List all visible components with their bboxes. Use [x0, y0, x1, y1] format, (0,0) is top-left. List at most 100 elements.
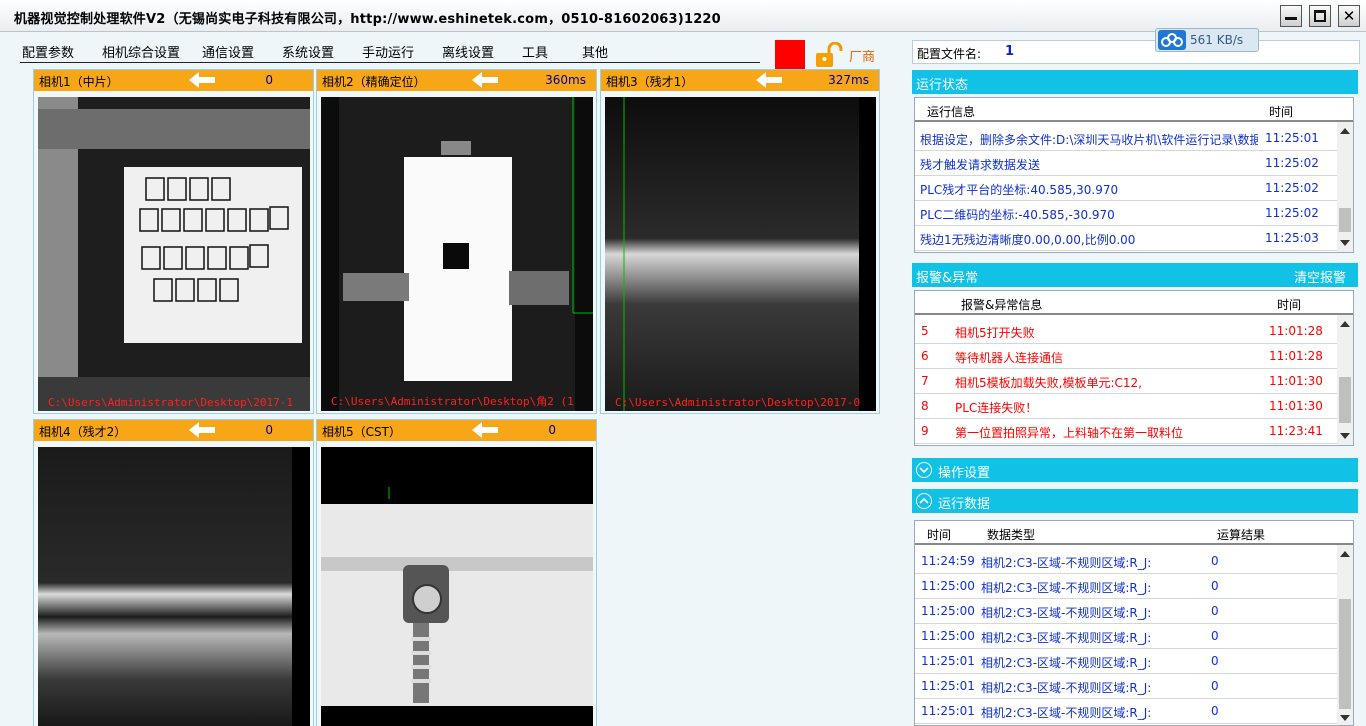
row-info: 相机5模板加载失败,模板单元:C12, — [955, 376, 1142, 390]
alarm-header: 报警&异常 清空报警 — [912, 263, 1358, 287]
table-row[interactable]: 9 第一位置拍照异常，上料轴不在第一取料位 11:23:41 — [915, 419, 1337, 444]
row-no: 7 — [921, 374, 929, 388]
row-result: 0 — [1211, 579, 1219, 593]
row-no: 6 — [921, 349, 929, 363]
row-type: 相机2:C3-区域-不规则区域:R_J: — [981, 706, 1152, 720]
camera-2-scene — [321, 97, 593, 411]
row-time: 11:25:02 — [1265, 206, 1319, 220]
row-no: 9 — [921, 424, 929, 438]
menu-other[interactable]: 其他 — [582, 42, 608, 61]
image-path: C:\Users\Administrator\Desktop\角2 (1 — [331, 395, 574, 408]
operation-settings-title: 操作设置 — [938, 466, 991, 481]
scroll-thumb[interactable] — [1339, 377, 1351, 423]
table-row[interactable]: 6 等待机器人连接通信 11:01:28 — [915, 344, 1337, 369]
scroll-thumb[interactable] — [1339, 599, 1351, 709]
table-row[interactable]: 残边1无残边清晰度0.00,0.00,比例0.00 11:25:03 — [915, 226, 1337, 251]
arrow-left-icon[interactable] — [472, 422, 498, 438]
operation-settings-header[interactable]: 操作设置 — [912, 458, 1358, 482]
row-time: 11:25:02 — [1265, 181, 1319, 195]
row-time: 11:01:28 — [1269, 324, 1323, 338]
menu-camera-settings[interactable]: 相机综合设置 — [102, 42, 180, 61]
camera-panel-4: 相机4（残才2） 0 — [33, 419, 314, 726]
arrow-left-icon[interactable] — [472, 72, 498, 88]
table-row[interactable]: 11:25:01 相机2:C3-区域-不规则区域:R_J: 0 — [915, 649, 1337, 674]
close-button[interactable]: ✕ — [1338, 5, 1360, 27]
table-row[interactable]: 8 PLC连接失败！ 11:01:30 — [915, 394, 1337, 419]
table-row[interactable]: 11:24:59 相机2:C3-区域-不规则区域:R_J: 0 — [915, 549, 1337, 574]
network-speed-widget[interactable]: 561 KB/s — [1155, 28, 1259, 52]
row-time: 11:25:02 — [1265, 156, 1319, 170]
table-row[interactable]: PLC残才平台的坐标:40.585,30.970 11:25:02 — [915, 176, 1337, 201]
run-data-header[interactable]: 运行数据 — [912, 489, 1358, 513]
camera-header: 相机4（残才2） 0 — [34, 420, 313, 441]
row-no: 8 — [921, 399, 929, 413]
row-no: 5 — [921, 324, 929, 338]
camera-image: C:\Users\Administrator\Desktop\2017-1 — [38, 97, 310, 411]
camera-panel-3: 相机3（残才1） 327ms C:\Users\Administrator\De… — [600, 69, 880, 414]
menu-comm-settings[interactable]: 通信设置 — [202, 42, 254, 61]
table-row[interactable]: 11:25:01 相机2:C3-区域-不规则区域:R_J: 0 — [915, 674, 1337, 699]
menu-system-settings[interactable]: 系统设置 — [282, 42, 334, 61]
minimize-button[interactable] — [1280, 5, 1302, 27]
run-status-title: 运行状态 — [916, 78, 969, 93]
unlock-icon — [816, 42, 843, 67]
maximize-button[interactable] — [1309, 5, 1331, 27]
row-time: 11:25:03 — [1265, 231, 1319, 245]
row-time: 11:25:01 — [1265, 131, 1319, 145]
camera-4-scene — [38, 447, 310, 726]
table-row[interactable]: 残才触发请求数据发送 11:25:02 — [915, 151, 1337, 176]
scroll-down-icon[interactable] — [1340, 715, 1350, 721]
scroll-up-icon[interactable] — [1340, 551, 1350, 557]
scrollbar[interactable] — [1337, 315, 1353, 445]
table-row[interactable]: 11:25:00 相机2:C3-区域-不规则区域:R_J: 0 — [915, 599, 1337, 624]
vendor-button[interactable]: 厂商 — [815, 40, 885, 68]
row-result: 0 — [1211, 554, 1219, 568]
camera-image — [321, 447, 593, 726]
table-row[interactable]: 11:25:00 相机2:C3-区域-不规则区域:R_J: 0 — [915, 574, 1337, 599]
row-time: 11:25:01 — [921, 679, 975, 693]
row-result: 0 — [1211, 629, 1219, 643]
scroll-up-icon[interactable] — [1340, 128, 1350, 134]
scrollbar[interactable] — [1337, 122, 1353, 252]
table-row[interactable]: PLC二维码的坐标:-40.585,-30.970 11:25:02 — [915, 201, 1337, 226]
row-time: 11:01:30 — [1269, 374, 1323, 388]
table-row[interactable]: 5 相机5打开失败 11:01:28 — [915, 319, 1337, 344]
camera-time: 0 — [265, 73, 273, 87]
network-speed: 561 KB/s — [1190, 33, 1244, 47]
table-row[interactable]: 11:25:01 相机2:C3-区域-不规则区域:R_J: 0 — [915, 699, 1337, 724]
scroll-down-icon[interactable] — [1340, 433, 1350, 439]
col-info: 运行信息 — [927, 105, 976, 119]
menu-offline-settings[interactable]: 离线设置 — [442, 42, 494, 61]
alarm-table: 报警&异常信息 时间 5 相机5打开失败 11:01:28 6 等待机器人连接通信 11… — [914, 290, 1354, 446]
row-type: 相机2:C3-区域-不规则区域:R_J: — [981, 681, 1152, 695]
row-result: 0 — [1211, 679, 1219, 693]
row-type: 相机2:C3-区域-不规则区域:R_J: — [981, 656, 1152, 670]
menu-tools[interactable]: 工具 — [522, 42, 548, 61]
camera-3-scene — [605, 97, 876, 411]
row-info: PLC残才平台的坐标:40.585,30.970 — [920, 183, 1119, 197]
table-row[interactable]: 11:25:00 相机2:C3-区域-不规则区域:R_J: 0 — [915, 624, 1337, 649]
scroll-up-icon[interactable] — [1340, 321, 1350, 327]
camera-image: C:\Users\Administrator\Desktop\角2 (1 — [321, 97, 593, 411]
chevron-down-icon — [916, 462, 932, 478]
table-row[interactable]: 7 相机5模板加载失败,模板单元:C12, 11:01:30 — [915, 369, 1337, 394]
row-info: 根据设定，删除多余文件:D:\深圳天马收片机\软件运行记录\数据 — [920, 133, 1258, 147]
camera-time: 0 — [548, 423, 556, 437]
arrow-left-icon[interactable] — [756, 72, 782, 88]
menu-manual-run[interactable]: 手动运行 — [362, 42, 414, 61]
row-time: 11:01:30 — [1269, 399, 1323, 413]
clear-alarms-button[interactable]: 清空报警 — [1294, 267, 1346, 286]
table-header: 时间 数据类型 运算结果 — [915, 521, 1353, 545]
arrow-left-icon[interactable] — [189, 422, 215, 438]
row-result: 0 — [1211, 604, 1219, 618]
chevron-up-icon — [916, 493, 932, 509]
menu-config-params[interactable]: 配置参数 — [22, 42, 74, 61]
row-info: 残才触发请求数据发送 — [920, 158, 1041, 172]
arrow-left-icon[interactable] — [189, 72, 215, 88]
scroll-thumb[interactable] — [1339, 208, 1351, 232]
config-file-row: 配置文件名: 1 — [912, 40, 1360, 64]
scroll-down-icon[interactable] — [1340, 240, 1350, 246]
scrollbar[interactable] — [1337, 545, 1353, 725]
table-row[interactable]: 根据设定，删除多余文件:D:\深圳天马收片机\软件运行记录\数据 11:25:01 — [915, 126, 1337, 151]
camera-name: 相机4（残才2） — [39, 425, 127, 439]
